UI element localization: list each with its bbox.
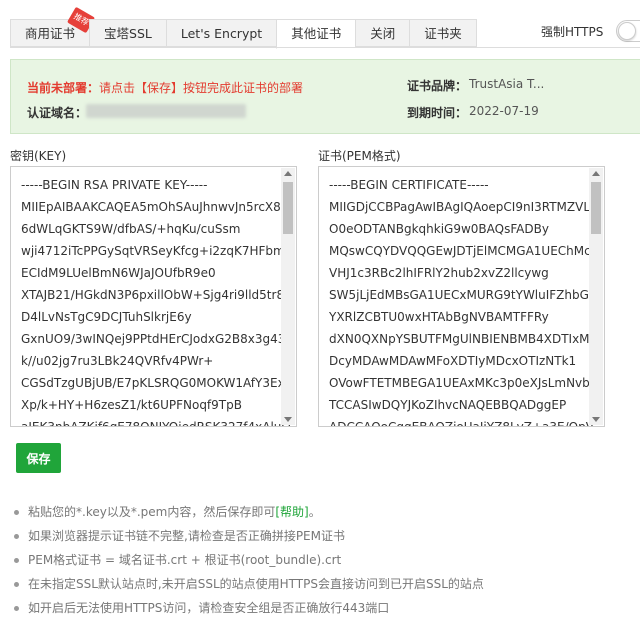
tab-commercial-cert[interactable]: 商用证书 推荐 [10,6,96,47]
toggle-knob [618,22,636,40]
note-text: 粘贴您的*.key以及*.pem内容，然后保存即可 [28,505,276,519]
cert-status-panel: 当前未部署： 请点击【保存】按钮完成此证书的部署 认证域名： 证书品牌： Tru… [10,59,640,134]
key-textarea[interactable]: -----BEGIN RSA PRIVATE KEY----- MIIEpAIB… [10,166,297,427]
scroll-down-icon[interactable] [284,417,292,422]
cert-textarea[interactable]: -----BEGIN CERTIFICATE----- MIIGDjCCBPag… [318,166,605,427]
status-key: 当前未部署： [27,81,100,95]
tab-divider [10,47,640,48]
note-tail: 。 [308,505,321,519]
tab-close[interactable]: 关闭 [355,19,410,47]
key-text: -----BEGIN RSA PRIVATE KEY----- MIIEpAIB… [21,178,293,427]
note-text: 如果浏览器提示证书链不完整,请检查是否正确拼接PEM证书 [28,529,345,543]
expire-key: 到期时间： [407,106,468,120]
brand-key: 证书品牌： [407,79,468,93]
note-item: 如开启后无法使用HTTPS访问，请检查安全组是否正确放行443端口 [12,596,484,620]
note-text: PEM格式证书 = 域名证书.crt + 根证书(root_bundle).cr… [28,553,342,567]
help-link[interactable]: [帮助] [275,505,308,519]
force-https-label: 强制HTTPS [541,25,604,39]
scroll-up-icon[interactable] [592,171,600,176]
domain-key: 认证域名： [27,106,88,120]
scroll-thumb[interactable] [591,182,601,234]
scroll-up-icon[interactable] [284,171,292,176]
brand-value: TrustAsia T... [469,77,545,91]
scroll-thumb[interactable] [283,182,293,234]
expire-value: 2022-07-19 [469,104,539,118]
tab-label: 关闭 [370,26,396,41]
note-item: PEM格式证书 = 域名证书.crt + 根证书(root_bundle).cr… [12,548,484,572]
force-https-toggle[interactable] [616,20,640,42]
key-label: 密钥(KEY) [10,149,67,163]
tab-label: 其他证书 [291,26,342,41]
cert-scrollbar[interactable] [589,168,603,425]
save-button[interactable]: 保存 [16,443,61,473]
tab-label: Let's Encrypt [180,26,263,41]
cert-text: -----BEGIN CERTIFICATE----- MIIGDjCCBPag… [329,178,600,427]
help-notes: 粘贴您的*.key以及*.pem内容，然后保存即可[帮助]。 如果浏览器提示证书… [12,500,484,620]
note-item: 在未指定SSL默认站点时,未开启SSL的站点使用HTTPS会直接访问到已开启SS… [12,572,484,596]
key-scrollbar[interactable] [281,168,295,425]
tab-bt-ssl[interactable]: 宝塔SSL [89,19,166,47]
tab-lets-encrypt[interactable]: Let's Encrypt [165,19,277,47]
note-item: 如果浏览器提示证书链不完整,请检查是否正确拼接PEM证书 [12,524,484,548]
tab-label: 宝塔SSL [104,26,152,41]
blurred-domain [86,104,246,118]
tab-label: 证书夹 [424,26,462,41]
tab-other-cert[interactable]: 其他证书 [276,19,356,49]
status-value: 请点击【保存】按钮完成此证书的部署 [99,81,304,95]
scroll-down-icon[interactable] [592,417,600,422]
note-text: 在未指定SSL默认站点时,未开启SSL的站点使用HTTPS会直接访问到已开启SS… [28,577,484,591]
note-item: 粘贴您的*.key以及*.pem内容，然后保存即可[帮助]。 [12,500,484,524]
tab-label: 商用证书 [25,26,76,41]
cert-label: 证书(PEM格式) [318,149,401,163]
tab-cert-folder[interactable]: 证书夹 [409,19,477,47]
note-text: 如开启后无法使用HTTPS访问，请检查安全组是否正确放行443端口 [28,601,390,615]
ssl-tabs: 商用证书 推荐 宝塔SSL Let's Encrypt 其他证书 关闭 证书夹 [10,6,477,49]
